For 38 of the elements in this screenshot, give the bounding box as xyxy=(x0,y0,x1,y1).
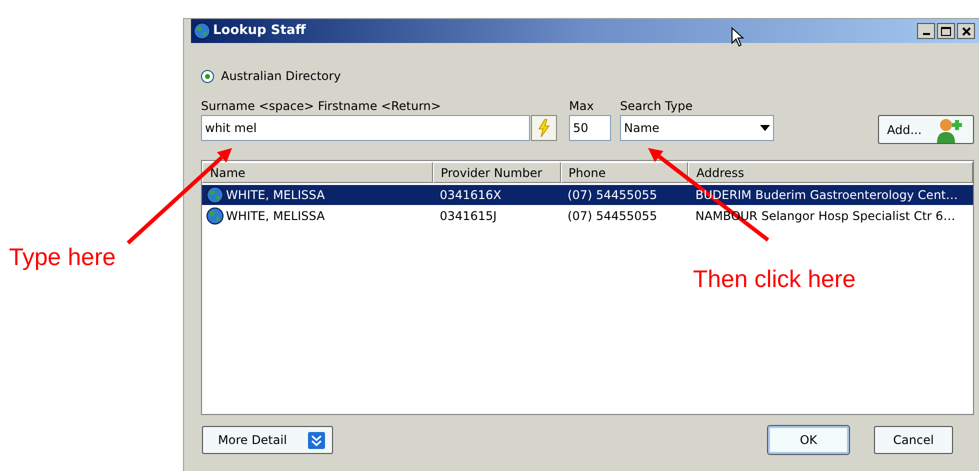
annotation-text: Then click here xyxy=(693,265,856,295)
search-button[interactable] xyxy=(531,115,557,141)
add-button[interactable]: Add... xyxy=(878,115,974,144)
column-header[interactable]: Address xyxy=(688,162,974,183)
close-icon xyxy=(962,26,970,36)
surname-field[interactable]: whit mel xyxy=(201,115,530,141)
radio-label: Australian Directory xyxy=(221,68,341,85)
add-person-icon xyxy=(935,116,965,142)
column-header[interactable]: Provider Number xyxy=(432,162,561,183)
max-field[interactable]: 50 xyxy=(569,115,611,141)
minimize-button[interactable] xyxy=(917,23,935,39)
close-button[interactable] xyxy=(957,23,975,39)
table-cell-text: (07) 54455055 xyxy=(568,208,658,225)
ok-button[interactable]: OK xyxy=(768,426,849,454)
maximize-button[interactable] xyxy=(937,23,955,39)
caret-icon xyxy=(760,125,770,131)
cancel-button[interactable]: Cancel xyxy=(874,426,953,454)
table-cell-text: WHITE, MELISSA xyxy=(226,187,325,204)
table-cell-text: 0341616X xyxy=(440,187,502,204)
field-label: Max xyxy=(569,98,595,115)
expand-down-icon xyxy=(308,432,325,448)
search-type-dropdown[interactable]: Name xyxy=(620,115,774,141)
globe-icon xyxy=(206,207,224,225)
more-detail-button[interactable]: More Detail xyxy=(202,426,333,454)
column-header[interactable]: Name xyxy=(202,162,433,183)
globe-icon xyxy=(193,22,211,40)
annotation-text: Type here xyxy=(9,243,116,273)
lightning-icon xyxy=(538,119,550,137)
window-title: Lookup Staff xyxy=(213,22,306,40)
table-cell-text: (07) 54455055 xyxy=(568,187,658,204)
field-label: Surname <space> Firstname <Return> xyxy=(201,98,442,115)
globe-icon xyxy=(206,186,224,204)
column-header[interactable]: Phone xyxy=(560,162,688,183)
mouse-pointer-icon xyxy=(730,27,745,47)
table-cell-text: 0341615J xyxy=(440,208,497,225)
table-cell-text: WHITE, MELISSA xyxy=(226,208,325,225)
radio-button[interactable] xyxy=(201,70,214,82)
field-label: Search Type xyxy=(620,98,694,115)
